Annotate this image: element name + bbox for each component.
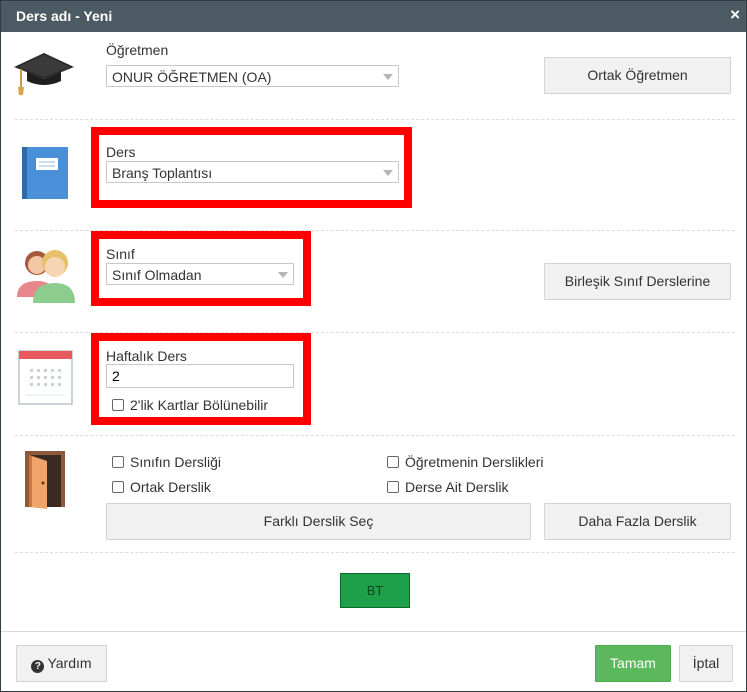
calendar-icon xyxy=(18,350,74,409)
teacher-select-value: ONUR ÖĞRETMEN (OA) xyxy=(112,69,272,85)
weekly-count-input[interactable] xyxy=(106,364,294,388)
ok-button[interactable]: Tamam xyxy=(595,645,671,682)
lesson-dialog: Ders adı - Yeni × Öğretmen ONUR ÖĞRETMEN… xyxy=(0,0,747,692)
common-teacher-button[interactable]: Ortak Öğretmen xyxy=(544,57,731,94)
split-cards-label: 2'lik Kartlar Bölünebilir xyxy=(130,397,269,413)
bt-button[interactable]: BT xyxy=(340,573,410,608)
section-divider xyxy=(15,552,735,553)
split-cards-checkbox[interactable]: 2'lik Kartlar Bölünebilir xyxy=(112,397,268,413)
class-select-value: Sınıf Olmadan xyxy=(112,267,202,283)
section-divider xyxy=(15,119,735,120)
combined-class-button[interactable]: Birleşik Sınıf Derslerine xyxy=(544,263,731,300)
teacher-label: Öğretmen xyxy=(106,42,169,58)
teacher-rooms-label: Öğretmenin Derslikleri xyxy=(405,454,544,470)
checkbox-box[interactable] xyxy=(112,481,124,493)
chevron-down-icon xyxy=(383,170,393,176)
section-divider xyxy=(15,435,735,436)
teacher-select[interactable]: ONUR ÖĞRETMEN (OA) xyxy=(106,65,399,87)
students-icon xyxy=(15,243,77,308)
footer-divider xyxy=(1,631,746,632)
lesson-select-value: Branş Toplantısı xyxy=(112,165,213,181)
lesson-select[interactable]: Branş Toplantısı xyxy=(106,161,399,183)
lesson-label: Ders xyxy=(106,144,136,160)
question-circle-icon: ? xyxy=(31,660,45,673)
weekly-label: Haftalık Ders xyxy=(106,348,187,364)
teacher-rooms-checkbox[interactable]: Öğretmenin Derslikleri xyxy=(387,454,543,470)
shared-room-checkbox[interactable]: Ortak Derslik xyxy=(112,479,211,495)
checkbox-box[interactable] xyxy=(387,481,399,493)
chevron-down-icon xyxy=(383,74,393,80)
lesson-room-label: Derse Ait Derslik xyxy=(405,479,509,495)
more-rooms-button[interactable]: Daha Fazla Derslik xyxy=(544,503,731,540)
help-label: Yardım xyxy=(47,655,92,671)
shared-room-label: Ortak Derslik xyxy=(130,479,211,495)
checkbox-box[interactable] xyxy=(112,456,124,468)
dialog-titlebar: Ders adı - Yeni × xyxy=(1,1,746,32)
cancel-button[interactable]: İptal xyxy=(679,645,733,682)
close-icon[interactable]: × xyxy=(730,5,740,25)
door-icon xyxy=(23,449,69,512)
chevron-down-icon xyxy=(278,272,288,278)
help-button[interactable]: ? Yardım xyxy=(16,645,107,682)
dialog-title: Ders adı - Yeni xyxy=(16,8,113,24)
class-label: Sınıf xyxy=(106,246,135,262)
class-room-label: Sınıfın Dersliği xyxy=(130,454,222,470)
graduation-cap-icon xyxy=(13,47,75,100)
class-room-checkbox[interactable]: Sınıfın Dersliği xyxy=(112,454,221,470)
checkbox-box[interactable] xyxy=(387,456,399,468)
class-select[interactable]: Sınıf Olmadan xyxy=(106,263,294,285)
lesson-room-checkbox[interactable]: Derse Ait Derslik xyxy=(387,479,508,495)
checkbox-box[interactable] xyxy=(112,399,124,411)
book-icon xyxy=(20,146,70,203)
select-other-room-button[interactable]: Farklı Derslik Seç xyxy=(106,503,531,540)
